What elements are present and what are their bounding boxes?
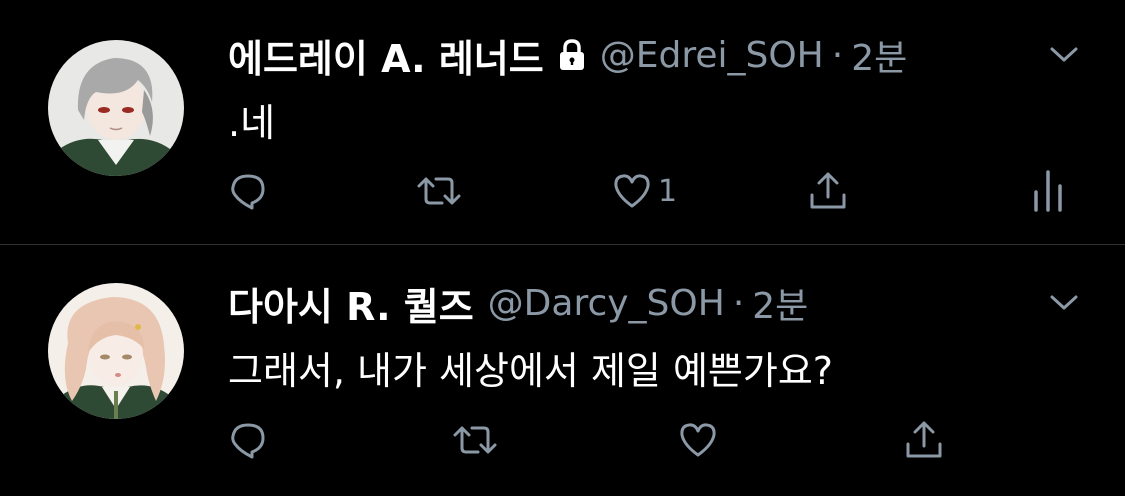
separator-dot: · — [732, 282, 745, 324]
analytics-button[interactable] — [1030, 166, 1066, 216]
username-handle[interactable]: @Edrei_SOH — [600, 35, 824, 76]
reply-icon — [231, 174, 265, 210]
heart-icon — [680, 423, 716, 457]
action-bar: 1 — [228, 166, 1088, 216]
avatar[interactable] — [48, 283, 184, 419]
chevron-down-icon[interactable] — [1049, 293, 1079, 313]
like-button[interactable]: 1 — [612, 166, 677, 216]
avatar-illustration — [48, 283, 184, 419]
tweet-header: 다아시 R. 퀄즈 @Darcy_SOH · 2분 — [228, 276, 808, 331]
reply-button[interactable] — [228, 166, 268, 216]
tweet[interactable]: 다아시 R. 퀄즈 @Darcy_SOH · 2분 그래서, 내가 세상에서 제… — [0, 245, 1125, 496]
share-icon — [810, 172, 846, 209]
heart-icon — [614, 174, 650, 208]
separator-dot: · — [831, 34, 844, 76]
display-name[interactable]: 다아시 R. 퀄즈 — [228, 276, 474, 331]
tweet[interactable]: 에드레이 A. 레너드 @Edrei_SOH · 2분 .네 1 — [0, 0, 1125, 244]
retweet-icon — [417, 177, 461, 205]
avatar[interactable] — [48, 40, 184, 176]
share-button[interactable] — [902, 415, 946, 465]
lock-icon — [558, 38, 586, 72]
display-name[interactable]: 에드레이 A. 레너드 — [228, 28, 544, 83]
avatar-illustration — [48, 40, 184, 176]
reply-icon — [231, 423, 265, 459]
like-button[interactable] — [678, 415, 718, 465]
analytics-icon — [1034, 170, 1062, 212]
like-count: 1 — [658, 173, 678, 209]
action-bar — [228, 415, 1088, 465]
reply-button[interactable] — [228, 415, 268, 465]
retweet-button[interactable] — [452, 415, 498, 465]
tweet-text: .네 — [228, 101, 276, 145]
chevron-down-icon[interactable] — [1049, 45, 1079, 65]
tweet-text: 그래서, 내가 세상에서 제일 예쁜가요? — [228, 349, 833, 393]
username-handle[interactable]: @Darcy_SOH — [488, 283, 725, 324]
retweet-button[interactable] — [416, 166, 462, 216]
timestamp[interactable]: 2분 — [851, 29, 907, 81]
share-button[interactable] — [806, 166, 850, 216]
tweet-header: 에드레이 A. 레너드 @Edrei_SOH · 2분 — [228, 28, 907, 83]
timestamp[interactable]: 2분 — [752, 277, 808, 329]
share-icon — [906, 421, 942, 458]
retweet-icon — [453, 426, 497, 454]
